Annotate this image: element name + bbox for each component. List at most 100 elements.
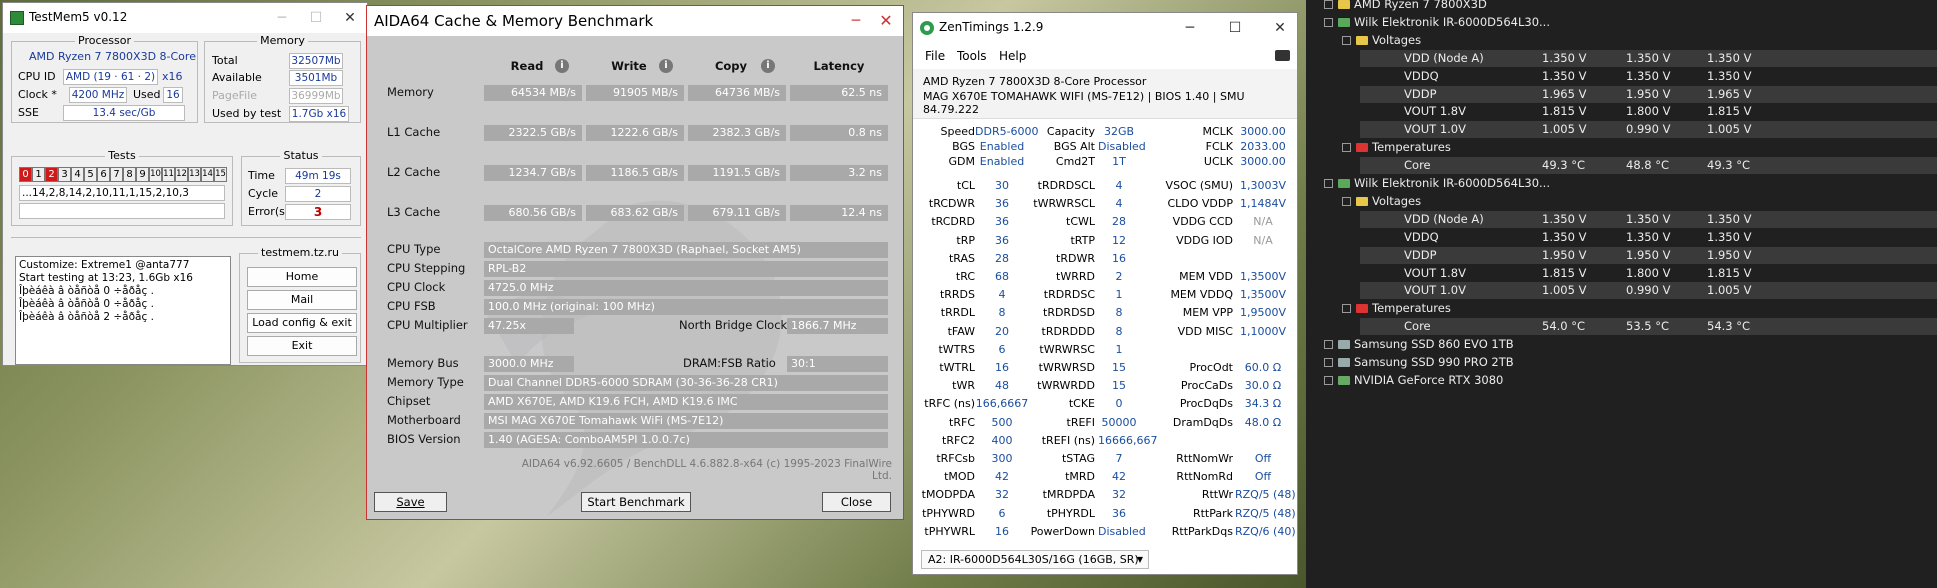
sensor-row: VOUT 1.0V 1.005 V 0.990 V 1.005 V — [1360, 282, 1937, 300]
timing-label: tRAS — [948, 251, 975, 265]
sensor-value: 1.350 V — [1542, 68, 1587, 83]
screenshot-icon[interactable] — [1275, 50, 1290, 61]
sensor-group[interactable]: NVIDIA GeForce RTX 3080 — [1306, 372, 1937, 389]
save-button[interactable]: Save — [374, 492, 447, 512]
close-button[interactable]: ✕ — [1263, 13, 1297, 43]
timing-label: ProcDqDs — [1179, 397, 1233, 411]
errors-value: 3 — [285, 204, 351, 220]
sensor-value: 1.350 V — [1626, 229, 1671, 244]
sensor-group[interactable]: Wilk Elektronik IR-6000D564L30... — [1306, 14, 1937, 31]
timing-label: tRFCsb — [936, 452, 975, 465]
mail-button[interactable]: Mail — [247, 290, 357, 310]
sensor-group[interactable]: Voltages — [1306, 32, 1937, 49]
sensor-group[interactable]: AMD Ryzen 7 7800X3D — [1306, 0, 1937, 13]
timing-label: tREFI — [1066, 415, 1095, 429]
expand-toggle[interactable] — [1342, 196, 1351, 206]
read-info-icon[interactable]: i — [555, 59, 569, 73]
minimize-button[interactable]: ─ — [1173, 13, 1207, 43]
timing-value: 16666,667 — [1098, 433, 1158, 447]
sensor-value: 1.800 V — [1626, 265, 1671, 280]
copy-info-icon[interactable]: i — [761, 59, 775, 73]
maximize-button[interactable]: ☐ — [299, 3, 333, 33]
errors-label: Error(s) — [248, 205, 290, 218]
cpu-multiplier-value: 47.25x — [484, 318, 574, 334]
minimize-button[interactable]: ─ — [839, 6, 873, 36]
used-by-test-label: Used by test — [212, 107, 282, 120]
clock-value: 4200 MHz — [69, 87, 127, 103]
expand-toggle[interactable] — [1342, 35, 1351, 45]
sensor-name: Temperatures — [1372, 301, 1451, 316]
home-button[interactable]: Home — [247, 267, 357, 287]
sse-label: SSE — [18, 106, 39, 119]
total-label: Total — [212, 54, 238, 67]
minimize-button[interactable]: ─ — [265, 3, 299, 33]
expand-toggle[interactable] — [1324, 358, 1333, 367]
sensor-group[interactable]: Temperatures — [1306, 139, 1937, 156]
clock-label: Clock * — [18, 88, 57, 101]
menu-tools[interactable]: Tools — [957, 49, 987, 63]
ratio-label: DRAM:FSB Ratio — [683, 356, 776, 370]
expand-toggle[interactable] — [1324, 17, 1333, 27]
expand-toggle[interactable] — [1342, 304, 1351, 314]
sensor-group[interactable]: Temperatures — [1306, 300, 1937, 317]
timing-label: tCKE — [1068, 397, 1095, 411]
site-link[interactable]: testmem.tz.ru — [258, 246, 342, 259]
sensor-group[interactable]: Samsung SSD 990 PRO 2TB — [1306, 354, 1937, 371]
test-sequence-blank — [19, 203, 225, 219]
cpu-multiplier-label: CPU Multiplier — [387, 318, 468, 332]
menu-help[interactable]: Help — [999, 49, 1026, 63]
threads-value: x16 — [162, 70, 183, 83]
menu-file[interactable]: File — [925, 49, 945, 63]
sensor-value: 1.965 V — [1542, 86, 1587, 101]
timing-value: 30.0 Ω — [1244, 379, 1282, 393]
sensor-value: 1.815 V — [1542, 265, 1587, 280]
memory-read: 64534 MB/s — [484, 85, 582, 101]
start-benchmark-button[interactable]: Start Benchmark — [581, 492, 691, 512]
sensor-group[interactable]: Samsung SSD 860 EVO 1TB — [1306, 336, 1937, 353]
sensor-name: VOUT 1.0V — [1404, 122, 1466, 137]
close-button[interactable]: ✕ — [869, 6, 903, 36]
test-cell: 3 — [58, 167, 71, 182]
module-select[interactable]: A2: IR-6000D564L30S/16G (16GB, SR) ▼ — [921, 550, 1149, 569]
cpu-clock-value: 4725.0 MHz — [484, 280, 888, 296]
timing-label: VDD MISC — [1177, 324, 1233, 338]
timing-label: BGS — [952, 140, 975, 153]
l2-latency: 3.2 ns — [790, 165, 888, 181]
sensor-value: 1.350 V — [1626, 211, 1671, 226]
maximize-button[interactable]: ☐ — [1218, 13, 1252, 43]
chipset-label: Chipset — [387, 394, 431, 408]
sensor-value: 54.3 °C — [1707, 319, 1751, 334]
close-button[interactable]: ✕ — [333, 3, 367, 33]
sensor-name: VOUT 1.8V — [1404, 265, 1466, 280]
timing-label: tRFC2 — [942, 433, 975, 447]
l2-copy: 1191.5 GB/s — [688, 165, 786, 181]
timing-value: 1,1000V — [1239, 324, 1286, 338]
close-dialog-button[interactable]: Close — [822, 492, 891, 512]
expand-toggle[interactable] — [1324, 0, 1333, 9]
total-value: 32507Mb — [289, 53, 343, 69]
timing-label: tMOD — [944, 470, 975, 484]
load-config-button[interactable]: Load config & exit — [247, 313, 357, 333]
sensor-value: 1.005 V — [1707, 283, 1752, 298]
write-info-icon[interactable]: i — [659, 59, 673, 73]
row-label: L3 Cache — [387, 205, 441, 219]
expand-toggle[interactable] — [1324, 340, 1333, 350]
l1-write: 1222.6 GB/s — [586, 125, 684, 141]
sensor-group[interactable]: Voltages — [1306, 193, 1937, 210]
timing-value: 0 — [1115, 397, 1123, 411]
expand-toggle[interactable] — [1324, 375, 1333, 385]
sensor-name: Wilk Elektronik IR-6000D564L30... — [1354, 176, 1550, 190]
exit-button[interactable]: Exit — [247, 336, 357, 356]
expand-toggle[interactable] — [1324, 179, 1333, 188]
sensor-group[interactable]: Wilk Elektronik IR-6000D564L30... — [1306, 175, 1937, 192]
memory-latency: 62.5 ns — [790, 85, 888, 101]
timing-label: VSOC (SMU) — [1165, 179, 1233, 192]
timing-value: Off — [1254, 470, 1272, 484]
sensor-value: 1.350 V — [1542, 50, 1587, 65]
sensor-value: 1.965 V — [1707, 86, 1752, 101]
timing-label: tMRDPDA — [1042, 488, 1095, 502]
sensor-name: VOUT 1.8V — [1404, 104, 1466, 119]
timing-label: tMRD — [1065, 470, 1095, 484]
expand-toggle[interactable] — [1342, 143, 1351, 153]
timing-label: Cmd2T — [1055, 155, 1095, 168]
